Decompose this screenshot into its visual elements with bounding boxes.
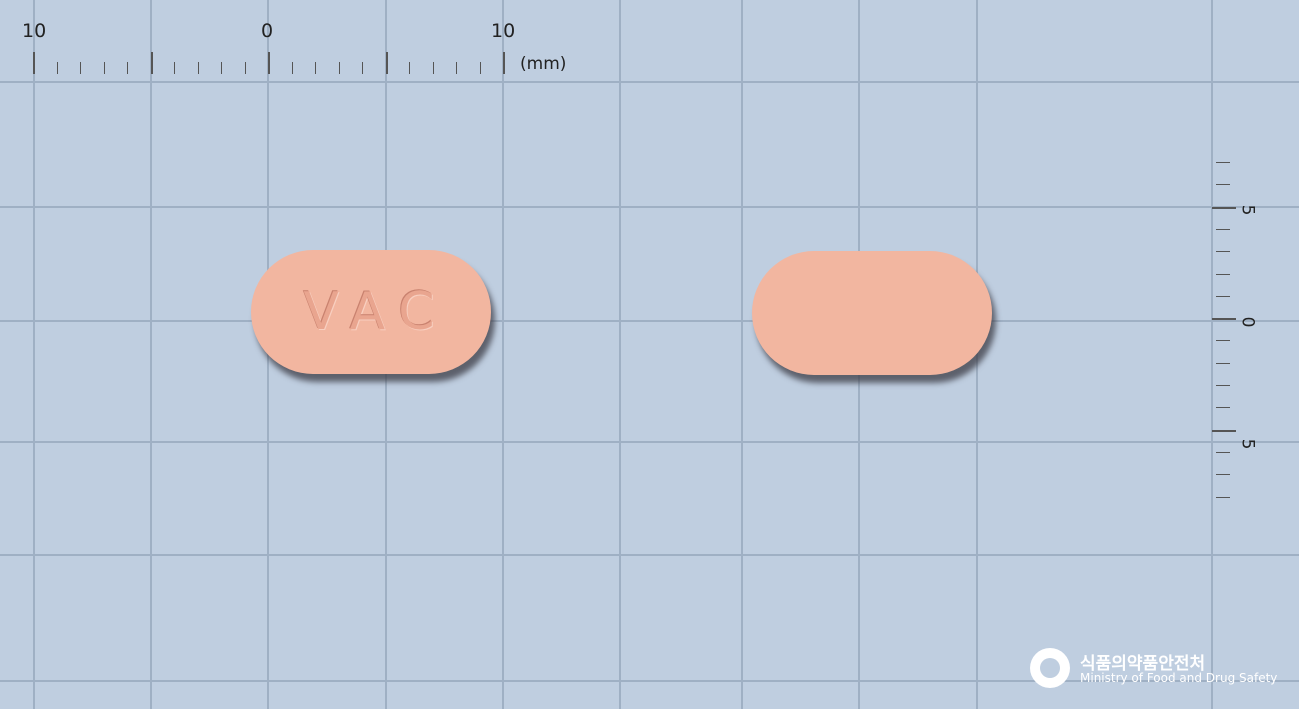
ruler-minor-tick xyxy=(80,62,81,74)
ruler-minor-tick xyxy=(292,62,293,74)
tablet-back-imprint xyxy=(752,251,992,375)
ruler-major-tick xyxy=(33,52,35,74)
ruler-minor-tick xyxy=(174,62,175,74)
grid-line-horizontal xyxy=(0,441,1299,443)
ruler-major-tick xyxy=(151,52,153,74)
vruler-minor-tick xyxy=(1216,296,1230,297)
logo-inner-ring xyxy=(1040,658,1060,678)
ruler-minor-tick xyxy=(362,62,363,74)
ruler-minor-tick xyxy=(433,62,434,74)
vruler-minor-tick xyxy=(1216,229,1230,230)
vruler-major-tick xyxy=(1212,207,1236,209)
tablet-back xyxy=(752,251,992,375)
ruler-minor-tick xyxy=(315,62,316,74)
ruler-minor-tick xyxy=(456,62,457,74)
tablet-imprint: VAC xyxy=(303,282,449,342)
pill-photo: 10 0 10 (mm) 5 0 5 VAC 식품의약품안전처 Ministry… xyxy=(0,0,1299,709)
grid-line-vertical xyxy=(33,0,35,709)
ruler-minor-tick xyxy=(57,62,58,74)
vruler-minor-tick xyxy=(1216,162,1230,163)
ruler-label-center: 0 xyxy=(261,20,274,42)
vruler-minor-tick xyxy=(1216,497,1230,498)
vruler-label-bottom: 5 xyxy=(1237,438,1258,450)
ruler-major-tick xyxy=(386,52,388,74)
vruler-minor-tick xyxy=(1216,251,1230,252)
tablet-front: VAC xyxy=(251,250,491,374)
vruler-minor-tick xyxy=(1216,363,1230,364)
ruler-label-right: 10 xyxy=(491,20,516,42)
ruler-minor-tick xyxy=(198,62,199,74)
vruler-minor-tick xyxy=(1216,385,1230,386)
vruler-minor-tick xyxy=(1216,274,1230,275)
ruler-label-left: 10 xyxy=(22,20,47,42)
vruler-label-center: 0 xyxy=(1237,316,1258,328)
grid-line-horizontal xyxy=(0,206,1299,208)
ruler-unit-label: (mm) xyxy=(520,54,567,74)
ruler-minor-tick xyxy=(104,62,105,74)
ruler-minor-tick xyxy=(245,62,246,74)
ruler-minor-tick xyxy=(339,62,340,74)
mfds-logo-icon xyxy=(1030,648,1070,688)
vruler-minor-tick xyxy=(1216,474,1230,475)
ruler-minor-tick xyxy=(480,62,481,74)
ruler-major-tick xyxy=(268,52,270,74)
grid-line-horizontal xyxy=(0,320,1299,322)
vruler-major-tick xyxy=(1212,318,1236,320)
vruler-minor-tick xyxy=(1216,184,1230,185)
grid-line-vertical xyxy=(150,0,152,709)
grid-line-horizontal xyxy=(0,81,1299,83)
grid-line-vertical xyxy=(619,0,621,709)
grid-line-vertical xyxy=(1211,0,1213,709)
grid-line-horizontal xyxy=(0,554,1299,556)
grid-line-vertical xyxy=(741,0,743,709)
vruler-minor-tick xyxy=(1216,452,1230,453)
ruler-major-tick xyxy=(503,52,505,74)
ruler-minor-tick xyxy=(409,62,410,74)
watermark-org-english: Ministry of Food and Drug Safety xyxy=(1080,671,1278,685)
vruler-minor-tick xyxy=(1216,340,1230,341)
vruler-minor-tick xyxy=(1216,407,1230,408)
ruler-minor-tick xyxy=(127,62,128,74)
ruler-minor-tick xyxy=(221,62,222,74)
vruler-label-top: 5 xyxy=(1237,204,1258,216)
grid-line-vertical xyxy=(502,0,504,709)
vruler-major-tick xyxy=(1212,430,1236,432)
